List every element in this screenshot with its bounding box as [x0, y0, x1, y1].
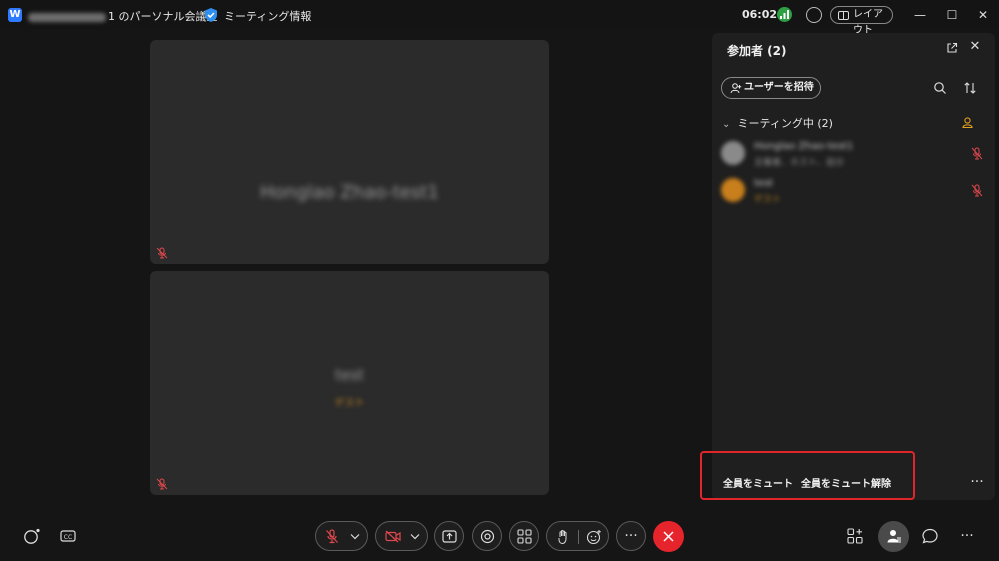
panel-more-options-icon[interactable]: ··· — [969, 474, 985, 490]
participant-name: Honglao Zhao-test1 — [260, 182, 439, 203]
panel-close-icon[interactable]: ✕ — [968, 40, 982, 54]
avatar — [721, 141, 745, 165]
video-tile[interactable]: test ゲスト — [150, 271, 549, 495]
minimize-icon[interactable]: — — [913, 8, 927, 22]
window-close-icon[interactable]: ✕ — [976, 8, 990, 22]
host-icon[interactable] — [961, 116, 974, 129]
mic-muted-icon[interactable] — [971, 147, 983, 160]
participant-name: test — [335, 366, 364, 384]
invite-users-button[interactable]: ユーザーを招待 — [721, 77, 821, 99]
avatar — [721, 178, 745, 202]
search-icon[interactable] — [933, 81, 947, 95]
webex-logo-icon: W — [8, 8, 22, 22]
participant-list-item[interactable]: test ゲスト — [721, 176, 989, 208]
section-label: ミーティング中 (2) — [737, 117, 833, 130]
meeting-assistant-icon[interactable] — [806, 7, 822, 23]
meeting-info-link[interactable]: ミーティング情報 — [224, 8, 311, 24]
participant-role: 主催者、ホスト、自分 — [754, 158, 844, 168]
status-ring-icon[interactable] — [23, 527, 41, 545]
camera-off-icon — [385, 530, 401, 543]
mic-muted-icon — [326, 529, 338, 544]
more-options-button[interactable]: ··· — [616, 521, 646, 551]
title-bar: W 1 のパーソナル会議室 ミーティング情報 06:02 レイアウト — ☐ ✕ — [0, 0, 999, 36]
end-meeting-button[interactable] — [653, 521, 684, 552]
participant-name: Honglao Zhao-test1 — [754, 141, 854, 152]
mute-all-button[interactable]: 全員をミュート — [723, 475, 793, 490]
meeting-title: 1 のパーソナル会議室 — [28, 8, 218, 24]
people-icon — [887, 530, 901, 543]
participants-panel: 参加者 (2) ✕ ユーザーを招待 ⌄ ミーティング中 (2) Honglao … — [712, 33, 995, 500]
sort-icon[interactable] — [963, 81, 977, 95]
mic-muted-icon — [156, 247, 168, 259]
participant-name: test — [754, 178, 774, 189]
stop-video-button[interactable] — [375, 521, 428, 551]
popout-icon[interactable] — [946, 42, 958, 54]
chat-icon[interactable] — [921, 527, 939, 545]
mute-controls-highlight: 全員をミュート 全員をミュート解除 — [700, 451, 915, 500]
participant-role: ゲスト — [754, 195, 782, 205]
apps-button[interactable] — [509, 521, 539, 551]
layout-button[interactable]: レイアウト — [830, 6, 893, 36]
closed-captions-icon[interactable]: CC — [59, 527, 77, 545]
add-apps-icon[interactable] — [846, 527, 864, 545]
invite-label: ユーザーを招待 — [744, 82, 814, 93]
reactions-button[interactable] — [546, 521, 609, 551]
emoji-add-icon — [586, 530, 601, 545]
apps-grid-icon — [517, 529, 532, 544]
divider — [578, 530, 579, 544]
svg-text:CC: CC — [64, 534, 72, 541]
share-screen-icon — [442, 530, 457, 543]
participants-button[interactable] — [878, 521, 909, 552]
connection-status-icon[interactable] — [777, 7, 792, 22]
close-icon — [663, 531, 674, 542]
shield-icon[interactable] — [203, 7, 219, 23]
in-meeting-section-toggle[interactable]: ⌄ ミーティング中 (2) — [722, 115, 833, 131]
chevron-down-icon[interactable] — [350, 533, 360, 540]
layout-grid-icon — [838, 11, 849, 20]
mic-muted-icon[interactable] — [971, 184, 983, 197]
record-icon — [480, 529, 495, 544]
add-person-icon — [730, 83, 742, 94]
mic-muted-icon — [156, 478, 168, 490]
chevron-down-icon[interactable] — [410, 533, 420, 540]
layout-label: レイアウト — [853, 9, 883, 36]
participant-list-item[interactable]: Honglao Zhao-test1 主催者、ホスト、自分 — [721, 139, 989, 171]
raise-hand-icon — [558, 529, 567, 545]
participant-role: ゲスト — [334, 398, 365, 409]
host-name-redacted — [28, 12, 106, 22]
maximize-icon[interactable]: ☐ — [945, 8, 959, 22]
unmute-all-button[interactable]: 全員をミュート解除 — [801, 475, 891, 490]
record-button[interactable] — [472, 521, 502, 551]
participants-title: 参加者 (2) — [727, 44, 787, 58]
chevron-down-icon: ⌄ — [722, 119, 731, 130]
mute-button[interactable] — [315, 521, 368, 551]
video-tile[interactable]: Honglao Zhao-test1 — [150, 40, 549, 264]
toolbar-more-icon[interactable]: ··· — [958, 527, 976, 545]
share-button[interactable] — [434, 521, 464, 551]
meeting-time: 06:02 — [742, 8, 778, 21]
